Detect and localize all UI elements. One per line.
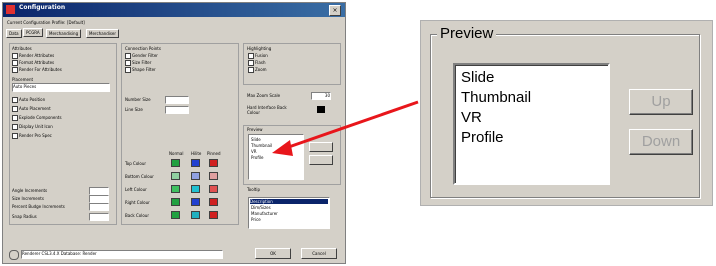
callout-arrow-icon — [272, 100, 419, 156]
